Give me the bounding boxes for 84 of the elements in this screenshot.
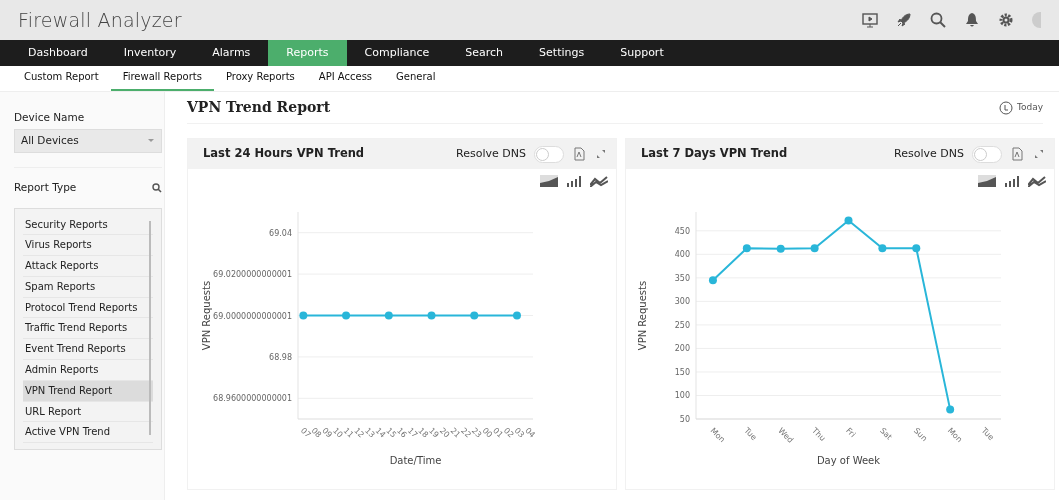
bell-icon[interactable]	[963, 11, 981, 29]
sub-tab[interactable]: Proxy Reports	[213, 65, 307, 91]
scrollbar[interactable]	[149, 220, 151, 435]
data-point	[810, 244, 819, 253]
axis-tick-label: 300	[674, 297, 690, 307]
axis-title: VPN Requests	[637, 280, 648, 351]
toggle-switch[interactable]	[534, 145, 564, 163]
rocket-icon[interactable]	[895, 11, 913, 29]
page-title: VPN Trend Report	[187, 98, 331, 117]
toggle-label: Resolve DNS	[894, 145, 964, 162]
axis-tick-label: Tue	[979, 426, 996, 443]
axis-tick-label: 12	[352, 426, 366, 440]
data-point	[384, 311, 393, 320]
sub-tab[interactable]: Custom Report	[12, 65, 111, 91]
data-point	[342, 311, 351, 320]
area-chart-icon[interactable]	[978, 175, 996, 187]
caret-icon	[147, 137, 155, 144]
axis-tick-label: Sun	[911, 426, 929, 444]
app-title: Firewall Analyzer	[18, 7, 182, 33]
line-chart-icon[interactable]	[590, 175, 608, 187]
axis-tick-label: 200	[674, 344, 690, 354]
axis-tick-label: 400	[674, 250, 690, 260]
area-chart-icon[interactable]	[540, 175, 558, 187]
axis-tick-label: Sat	[877, 426, 894, 442]
data-point	[470, 311, 479, 320]
axis-tick-label: 13	[363, 426, 377, 440]
data-point	[513, 311, 521, 320]
axis-title: VPN Requests	[201, 280, 212, 351]
period-selector[interactable]: Today	[998, 100, 1043, 115]
settings-icon[interactable]	[997, 11, 1015, 29]
data-point	[844, 216, 853, 225]
axis-tick-label: Fri	[844, 426, 858, 440]
axis-title: Day of Week	[816, 455, 881, 466]
nav-tab[interactable]: Compliance	[346, 40, 448, 66]
axis-tick-label: 50	[679, 415, 690, 424]
sub-tab[interactable]: API Access	[306, 65, 385, 91]
nav-tab[interactable]: Settings	[521, 40, 603, 66]
device-dropdown[interactable]: All Devices	[14, 128, 162, 153]
axis-tick-label: 250	[674, 320, 690, 330]
pdf-icon[interactable]	[1010, 147, 1024, 161]
axis-tick-label: 100	[674, 391, 690, 401]
data-point	[708, 276, 717, 285]
data-point	[776, 244, 785, 253]
card-title: Last 7 Days VPN Trend	[641, 145, 788, 163]
nav-tab[interactable]: Dashboard	[10, 40, 106, 66]
nav-tab[interactable]: Alarms	[194, 40, 269, 66]
card-title: Last 24 Hours VPN Trend	[203, 145, 365, 163]
axis-tick-label: 69.04	[269, 228, 292, 238]
data-point	[912, 244, 921, 253]
axis-tick-label: 22	[459, 426, 473, 440]
axis-title: Date/Time	[389, 455, 442, 466]
expand-icon[interactable]	[1032, 147, 1046, 161]
axis-tick-label: 150	[674, 367, 690, 377]
axis-tick-label: 19	[427, 426, 441, 440]
nav-tab[interactable]: Search	[447, 40, 522, 66]
field-label: Device Name	[14, 110, 86, 125]
search-icon[interactable]	[152, 182, 162, 193]
axis-tick-label: 350	[674, 273, 690, 283]
axis-tick-label: Tue	[742, 426, 759, 443]
pdf-icon[interactable]	[572, 147, 586, 161]
bar-chart-icon[interactable]	[1004, 175, 1020, 187]
axis-tick-label: 69.0200000000001	[213, 270, 292, 280]
line-chart-icon[interactable]	[1028, 175, 1046, 187]
nav-tab[interactable]: Support	[602, 40, 682, 66]
axis-tick-label: 450	[674, 226, 690, 236]
expand-icon[interactable]	[594, 147, 608, 161]
axis-tick-label: 15	[384, 426, 398, 440]
axis-tick-label: 68.98	[269, 352, 292, 362]
clock-icon	[998, 100, 1013, 115]
sub-tab[interactable]: General	[384, 65, 448, 91]
axis-tick-label: 69.0000000000001	[213, 311, 292, 321]
data-point	[299, 311, 308, 320]
search-icon[interactable]	[929, 11, 947, 29]
nav-tab[interactable]: Inventory	[105, 40, 195, 66]
toggle-switch[interactable]	[972, 145, 1002, 163]
data-point	[878, 244, 887, 253]
axis-tick-label: 68.9600000000001	[213, 394, 292, 404]
data-point	[946, 405, 955, 414]
data-point	[742, 244, 751, 253]
toggle-label: Resolve DNS	[456, 145, 526, 162]
section-label: Report Type	[14, 179, 77, 195]
monitor-icon[interactable]	[861, 11, 879, 29]
bar-chart-icon[interactable]	[566, 175, 582, 187]
data-point	[427, 311, 436, 320]
